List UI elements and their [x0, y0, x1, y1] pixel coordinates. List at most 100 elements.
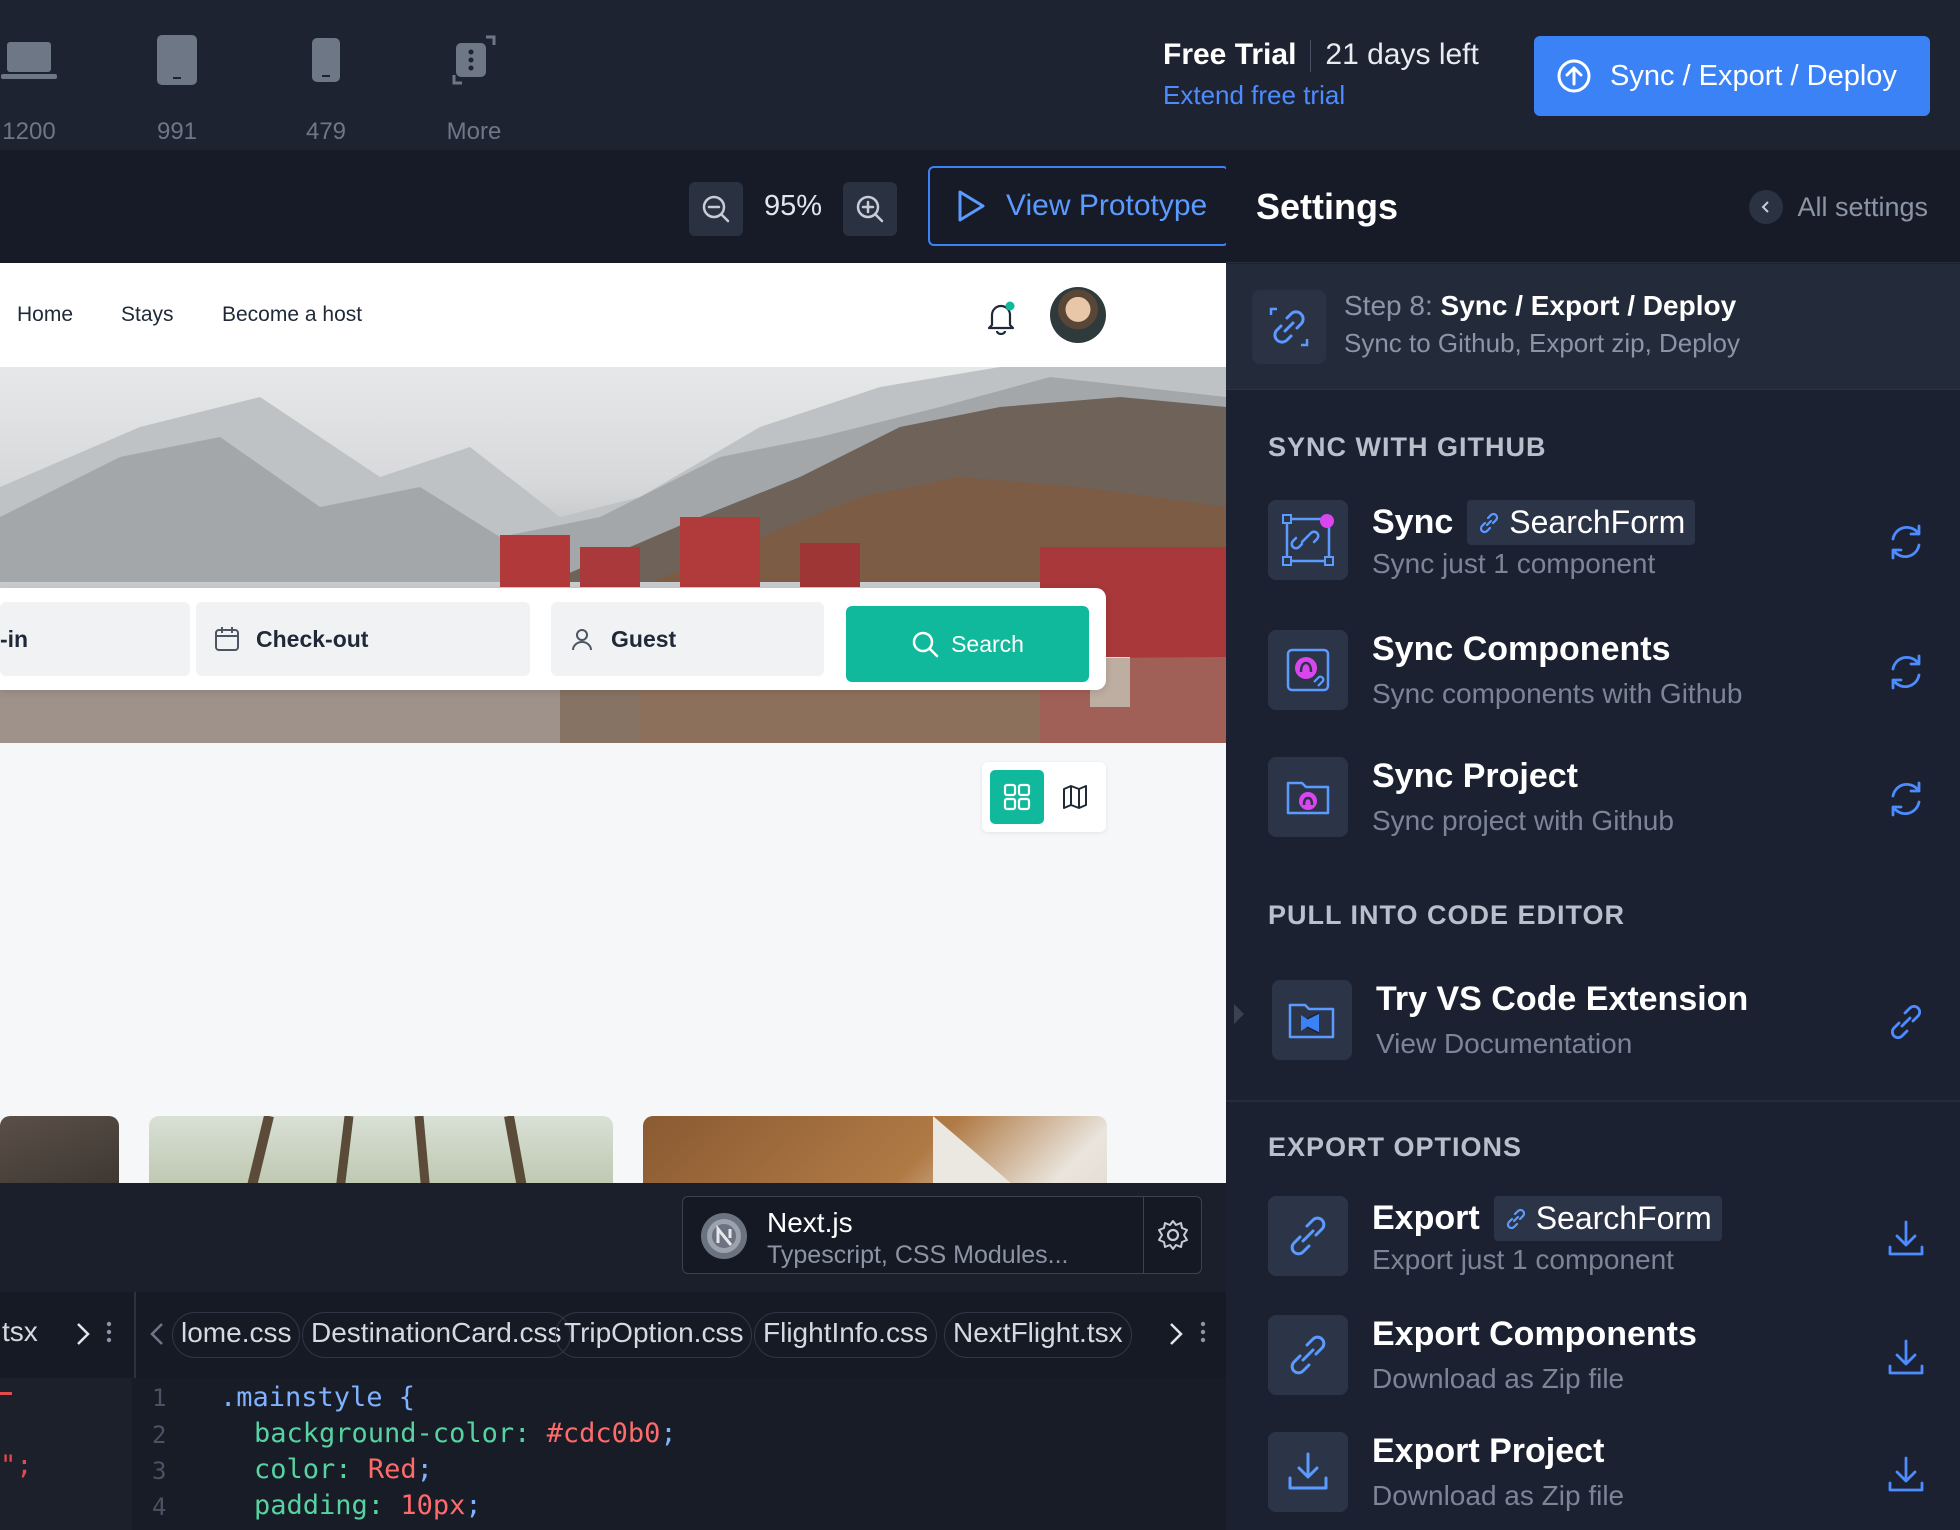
device-more-button[interactable]: More	[419, 30, 529, 146]
caret-right-icon	[1232, 1002, 1246, 1031]
checkout-field[interactable]: Check-out	[196, 602, 530, 676]
more-devices-icon	[419, 30, 529, 90]
export-components-item[interactable]: Export Components Download as Zip file	[1268, 1315, 1928, 1401]
item-title: Export Project	[1372, 1432, 1605, 1470]
sync-icon[interactable]	[1884, 650, 1928, 694]
sync-icon[interactable]	[1884, 777, 1928, 821]
sync-export-deploy-button[interactable]: Sync / Export / Deploy	[1534, 36, 1930, 116]
external-link-icon[interactable]	[1884, 1000, 1928, 1044]
file-tab[interactable]: tsx	[0, 1312, 46, 1358]
device-1200-button[interactable]: 1200	[0, 30, 84, 146]
zoom-in-icon	[856, 195, 884, 223]
code-property: padding:	[254, 1490, 385, 1521]
view-documentation-link[interactable]: View Documentation	[1376, 1028, 1632, 1060]
code-line: padding: 10px;	[254, 1490, 482, 1521]
code-editor[interactable]	[0, 1378, 1226, 1530]
code-value: 10px	[400, 1490, 466, 1521]
guest-label: Guest	[611, 625, 677, 652]
destination-card-image[interactable]	[0, 1116, 119, 1183]
guest-field[interactable]: Guest	[551, 602, 824, 676]
all-settings-button[interactable]: All settings	[1749, 190, 1928, 224]
checkin-label: -in	[0, 625, 29, 652]
code-property: color:	[254, 1454, 352, 1485]
chevron-right-icon[interactable]	[72, 1316, 94, 1357]
export-component-item[interactable]: Export SearchForm Export just 1 componen…	[1268, 1196, 1928, 1282]
search-icon	[912, 631, 939, 658]
sync-component-item[interactable]: Sync SearchForm Sync just 1 component	[1268, 500, 1928, 586]
line-number: 1	[152, 1384, 167, 1412]
all-settings-label: All settings	[1797, 191, 1928, 222]
nextjs-logo-icon	[701, 1213, 747, 1259]
item-subtitle: Download as Zip file	[1372, 1480, 1625, 1511]
grid-icon	[1003, 783, 1031, 811]
chevron-right-icon[interactable]	[1165, 1316, 1187, 1357]
search-button[interactable]: Search	[846, 606, 1089, 682]
view-prototype-button[interactable]: View Prototype	[928, 166, 1229, 246]
device-label: More	[446, 118, 502, 145]
vscode-extension-item[interactable]: Try VS Code Extension View Documentation	[1272, 980, 1932, 1066]
code-value: Red	[367, 1454, 417, 1485]
zoom-in-button[interactable]	[843, 182, 897, 236]
file-tab[interactable]: DestinationCard.css	[302, 1312, 571, 1358]
settings-title: Settings	[1256, 186, 1399, 227]
bell-icon[interactable]	[984, 299, 1018, 335]
extend-trial-link[interactable]: Extend free trial	[1163, 80, 1345, 111]
download-icon[interactable]	[1884, 1452, 1928, 1496]
sync-components-item[interactable]: Sync Components Sync components with Git…	[1268, 630, 1928, 716]
user-icon	[572, 629, 592, 651]
device-479-button[interactable]: 479	[271, 30, 381, 146]
export-project-item[interactable]: Export Project Download as Zip file	[1268, 1432, 1928, 1518]
chevron-left-icon[interactable]	[146, 1316, 168, 1357]
app-preview: Home Stays Become a host n	[0, 263, 1226, 1183]
item-title: Export Components	[1372, 1315, 1697, 1353]
trial-title: Free Trial	[1163, 38, 1297, 71]
item-title: Try VS Code Extension	[1376, 980, 1749, 1018]
nav-become-host-link[interactable]: Become a host	[222, 303, 362, 327]
link-sync-icon	[1252, 290, 1326, 364]
sync-icon[interactable]	[1884, 520, 1928, 564]
code-fragment: ";	[0, 1450, 33, 1481]
file-tab[interactable]: lome.css	[172, 1312, 301, 1358]
code-punct: ;	[465, 1490, 482, 1521]
nav-home-link[interactable]: Home	[17, 303, 73, 327]
grid-view-button[interactable]	[990, 770, 1044, 824]
settings-panel: Settings All settings Step 8: Sync / Exp…	[1226, 150, 1960, 1530]
device-label: 991	[156, 118, 198, 145]
play-icon	[958, 190, 985, 222]
destination-card-image[interactable]	[149, 1116, 613, 1183]
download-icon[interactable]	[1884, 1216, 1928, 1260]
map-view-button[interactable]	[1048, 770, 1102, 824]
device-label: 479	[305, 118, 347, 145]
destination-card-image[interactable]	[643, 1116, 1107, 1183]
sync-project-item[interactable]: Sync Project Sync project with Github	[1268, 757, 1928, 843]
file-tab[interactable]: FlightInfo.css	[754, 1312, 937, 1358]
checkin-field[interactable]: -in	[0, 602, 190, 676]
phone-icon	[271, 30, 381, 90]
nav-stays-link[interactable]: Stays	[121, 303, 174, 327]
code-property: background-color:	[254, 1418, 531, 1449]
component-sync-icon	[1268, 500, 1348, 580]
chip-label: SearchForm	[1509, 504, 1686, 540]
item-title: Sync Project	[1372, 757, 1578, 795]
step-number: Step 8:	[1344, 290, 1433, 321]
view-prototype-label: View Prototype	[1006, 189, 1208, 222]
more-vertical-icon[interactable]	[104, 1318, 114, 1353]
zoom-out-button[interactable]	[689, 182, 743, 236]
item-title: Export	[1372, 1199, 1480, 1237]
github-components-icon	[1268, 630, 1348, 710]
download-icon[interactable]	[1884, 1335, 1928, 1379]
laptop-icon	[0, 30, 84, 90]
device-991-button[interactable]: 991	[122, 30, 232, 146]
link-icon	[1268, 1315, 1348, 1395]
link-icon	[1480, 512, 1499, 533]
file-tab[interactable]: TripOption.css	[555, 1312, 753, 1358]
divider	[1226, 1100, 1960, 1102]
framework-selector[interactable]: Next.js Typescript, CSS Modules...	[682, 1196, 1202, 1274]
more-vertical-icon[interactable]	[1198, 1318, 1208, 1353]
vscode-folder-icon	[1272, 980, 1352, 1060]
avatar[interactable]	[1050, 287, 1106, 343]
section-heading-github: SYNC WITH GITHUB	[1268, 432, 1547, 462]
file-tab[interactable]: NextFlight.tsx	[944, 1312, 1132, 1358]
framework-settings-button[interactable]	[1143, 1197, 1201, 1273]
framework-name: Next.js	[767, 1207, 853, 1238]
